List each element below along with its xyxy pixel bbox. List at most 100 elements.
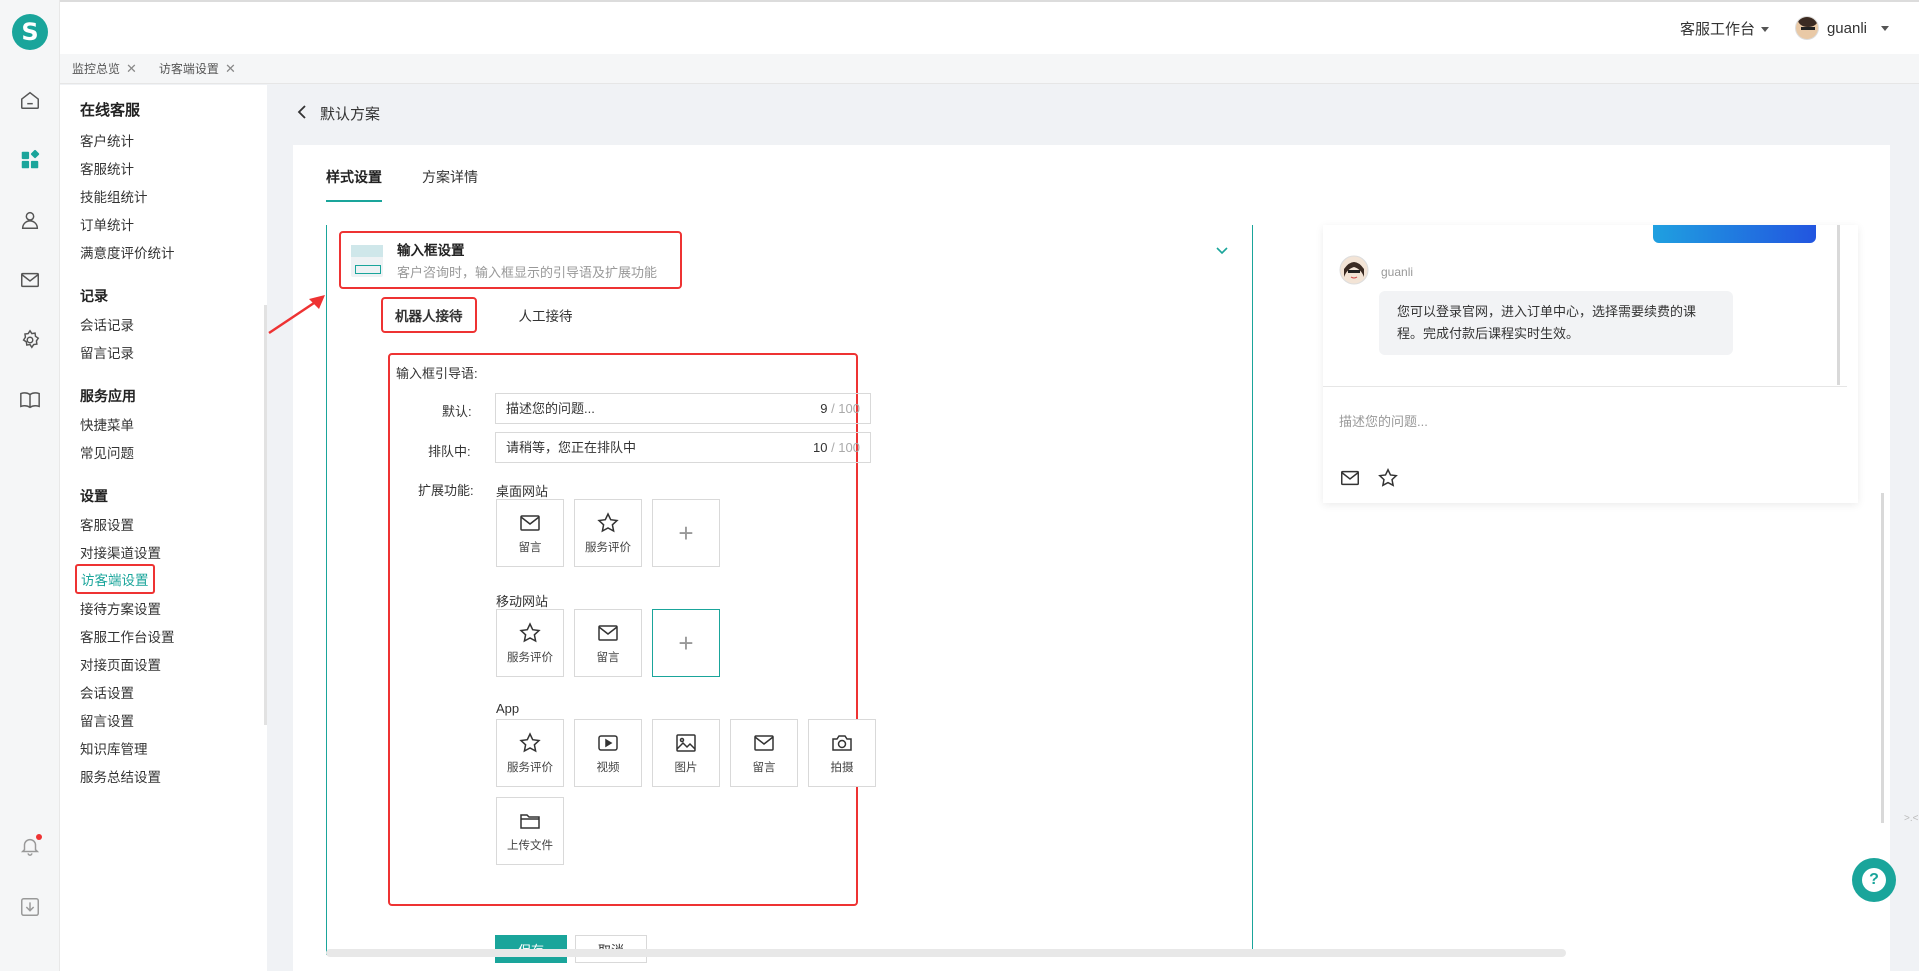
close-icon[interactable]: ✕ [126,61,137,77]
agent-message: 您可以登录官网，进入订单中心，选择需要续费的课程。完成付款后课程实时生效。 [1379,291,1733,355]
caret-down-icon [1760,27,1769,33]
download-icon[interactable] [18,895,42,919]
tab-label: 访客端设置 [158,62,219,76]
mobile-tile-rating[interactable]: 服务评价 [496,609,564,677]
preview-input-placeholder[interactable]: 描述您的问题... [1339,411,1428,430]
input-box-section-header[interactable]: 输入框设置 客户咨询时，输入框显示的引导语及扩展功能 [339,231,682,289]
back-icon[interactable] [296,104,308,124]
nav-item-reception-plan[interactable]: 接待方案设置 [80,598,161,618]
nav-item-page-settings[interactable]: 对接页面设置 [80,654,161,674]
nav-item-message-settings[interactable]: 留言设置 [80,710,134,730]
nav-item-agent-settings[interactable]: 客服设置 [80,514,134,534]
mail-icon[interactable] [1339,467,1361,489]
section-title: 输入框设置 [397,243,465,258]
queue-guide-input[interactable]: 请稍等，您正在排队中 10 / 100 [495,432,871,463]
desktop-tile-rating[interactable]: 服务评价 [574,499,642,567]
nav-item-agent-stats[interactable]: 客服统计 [80,158,134,178]
nav-item-channel-settings[interactable]: 对接渠道设置 [80,542,161,562]
mobile-tile-message[interactable]: 留言 [574,609,642,677]
app-tile-camera[interactable]: 拍摄 [808,719,876,787]
home-icon[interactable] [18,88,42,112]
app-tile-upload[interactable]: 上传文件 [496,797,564,865]
nav-item-customer-stats[interactable]: 客户统计 [80,130,134,150]
edge-hint[interactable]: >.< [1904,813,1918,824]
app-tile-rating[interactable]: 服务评价 [496,719,564,787]
dashboard-icon[interactable] [18,148,42,172]
mail-icon[interactable] [18,268,42,292]
nav-item-session-records[interactable]: 会话记录 [80,314,134,334]
star-icon[interactable] [1377,467,1399,489]
section-description: 客户咨询时，输入框显示的引导语及扩展功能 [397,265,658,280]
open-tabs-bar: 监控总览 ✕ 访客端设置 ✕ [60,54,1919,84]
image-icon [676,734,696,752]
agent-icon[interactable] [18,208,42,232]
tab-style-settings[interactable]: 样式设置 [326,167,382,202]
tile-label: 服务评价 [585,542,631,554]
desktop-tile-message[interactable]: 留言 [496,499,564,567]
side-nav: 在线客服 客户统计 客服统计 技能组统计 订单统计 满意度评价统计 记录 会话记… [60,85,267,971]
nav-item-summary-settings[interactable]: 服务总结设置 [80,766,161,786]
default-label: 默认: [442,404,472,419]
page-tabs: 样式设置 方案详情 [326,167,478,202]
right-scrollbar[interactable] [1881,493,1884,823]
settings-card: 样式设置 方案详情 输入框设置 客户咨询时，输入框显示的引导语及扩展功能 机器人… [268,145,1890,971]
book-icon[interactable] [18,388,42,412]
nav-item-skill-stats[interactable]: 技能组统计 [80,186,148,206]
preview-scrollbar[interactable] [1837,225,1840,385]
tile-label: 服务评价 [507,652,553,664]
nav-item-faq[interactable]: 常见问题 [80,442,134,462]
nav-item-message-records[interactable]: 留言记录 [80,342,134,362]
tab-monitor-overview[interactable]: 监控总览 ✕ [72,60,137,77]
tab-plan-details[interactable]: 方案详情 [422,167,478,202]
app-tile-video[interactable]: 视频 [574,719,642,787]
nav-item-satisfaction-stats[interactable]: 满意度评价统计 [80,242,175,262]
app-logo[interactable]: S [12,14,48,50]
close-icon[interactable]: ✕ [225,61,236,77]
nav-item-order-stats[interactable]: 订单统计 [80,214,134,234]
user-menu[interactable]: guanli [1794,16,1889,40]
nav-item-session-settings[interactable]: 会话设置 [80,682,134,702]
workbench-dropdown[interactable]: 客服工作台 [1680,18,1769,39]
gear-icon[interactable] [18,328,42,352]
star-icon [597,512,619,533]
bell-icon[interactable] [18,834,42,858]
horizontal-scrollbar[interactable] [326,949,1566,957]
desktop-site-label: 桌面网站 [496,484,549,499]
mobile-add-button[interactable]: + [652,609,720,677]
tile-label: 留言 [596,652,620,664]
main-content: 默认方案 样式设置 方案详情 输入框设置 客户咨询时，输入框显示的引导语及扩展功… [268,85,1919,971]
help-button[interactable]: ? [1852,858,1896,902]
nav-item-visitor-settings[interactable]: 访客端设置 [75,564,155,594]
caret-down-icon [1881,25,1889,31]
app-tile-message[interactable]: 留言 [730,719,798,787]
default-guide-input[interactable]: 描述您的问题... 9 / 100 [495,393,871,424]
tab-label: 监控总览 [72,62,121,76]
nav-item-quick-menu[interactable]: 快捷菜单 [80,414,134,434]
tile-label: 上传文件 [507,840,553,852]
page-title: 默认方案 [320,106,381,123]
nav-group-records: 记录 [80,288,108,304]
queue-guide-value: 请稍等，您正在排队中 [506,440,637,455]
settings-panel: 输入框设置 客户咨询时，输入框显示的引导语及扩展功能 机器人接待 人工接待 输入… [268,225,1253,963]
extension-label: 扩展功能: [418,483,474,498]
icon-rail: S [0,0,60,971]
help-icon: ? [1862,868,1886,892]
video-icon [598,735,618,751]
queue-label: 排队中: [428,444,471,459]
input-box-icon [351,245,383,277]
app-tile-image[interactable]: 图片 [652,719,720,787]
reception-tabs: 机器人接待 人工接待 [381,297,585,333]
nav-item-knowledge-base[interactable]: 知识库管理 [80,738,148,758]
nav-item-workbench-settings[interactable]: 客服工作台设置 [80,626,175,646]
preview-divider [1323,386,1847,387]
nav-scrollbar[interactable] [264,305,267,725]
star-icon [519,732,541,753]
chevron-down-icon[interactable] [1215,243,1229,259]
agent-avatar [1339,255,1369,285]
desktop-add-button[interactable]: + [652,499,720,567]
default-max: / 100 [827,401,860,416]
workbench-label: 客服工作台 [1679,20,1755,38]
tab-human-reception[interactable]: 人工接待 [507,299,585,331]
tab-visitor-settings[interactable]: 访客端设置 ✕ [159,60,236,77]
tab-robot-reception[interactable]: 机器人接待 [381,297,477,333]
